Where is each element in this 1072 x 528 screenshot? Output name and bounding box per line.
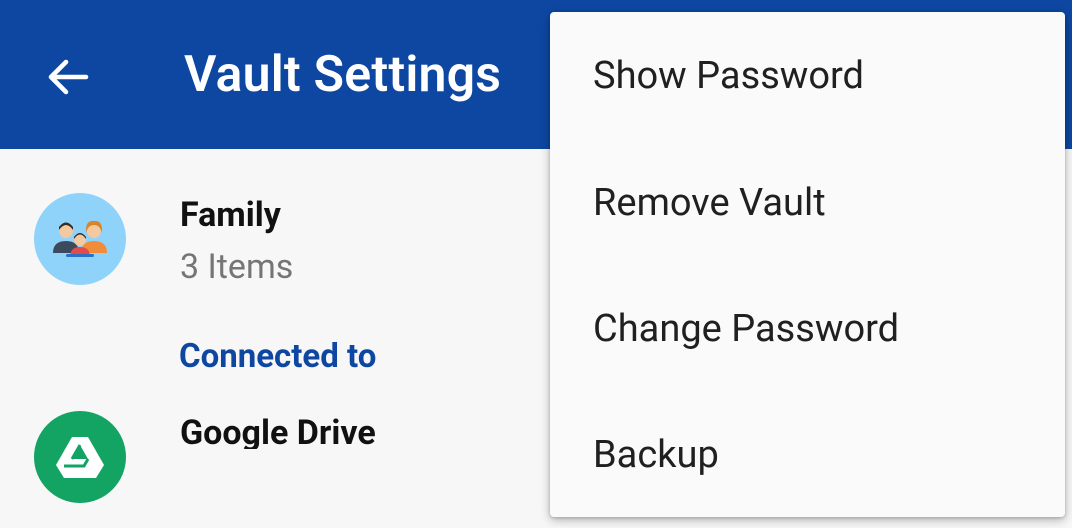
page-title: Vault Settings: [184, 46, 502, 104]
vault-name: Family: [180, 195, 281, 235]
overflow-menu: Show Password Remove Vault Change Passwo…: [550, 12, 1065, 517]
menu-item-show-password[interactable]: Show Password: [550, 12, 1065, 140]
back-button[interactable]: [36, 45, 100, 109]
connected-service-name: Google Drive: [180, 413, 376, 449]
family-icon: [53, 220, 107, 257]
connected-to-label: Connected to: [179, 337, 377, 376]
vault-item-count: 3 Items: [180, 247, 294, 287]
menu-item-backup[interactable]: Backup: [550, 392, 1065, 518]
menu-item-remove-vault[interactable]: Remove Vault: [550, 140, 1065, 266]
google-drive-icon: [56, 437, 104, 478]
service-avatar: [34, 411, 126, 503]
vault-avatar: [34, 193, 126, 285]
menu-item-change-password[interactable]: Change Password: [550, 266, 1065, 392]
arrow-left-icon: [48, 59, 89, 95]
